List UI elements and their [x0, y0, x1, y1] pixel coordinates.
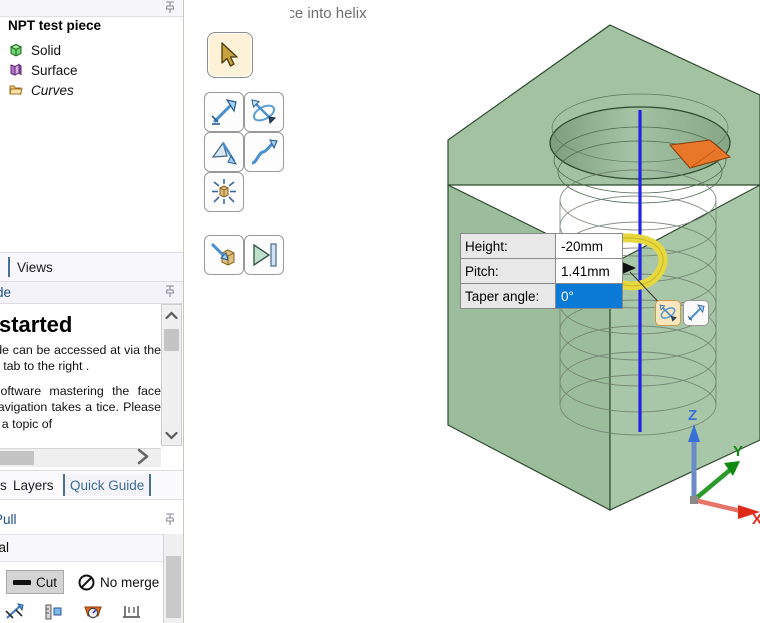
pull-ruler-icon[interactable]	[43, 602, 65, 622]
left-docked-panel: NPT test piece Solid Surface Curves View…	[0, 0, 184, 623]
axis-label-y: Y	[733, 443, 743, 460]
quick-guide-vertical-scrollbar[interactable]	[161, 304, 182, 446]
parameter-row-taper-angle[interactable]: Taper angle: 0°	[461, 284, 622, 308]
panel-tab-label: Quick Guide	[70, 477, 145, 493]
pin-icon[interactable]	[164, 285, 176, 298]
tree-item-label: Surface	[31, 62, 78, 78]
cut-bar-icon	[13, 579, 31, 585]
tree-item-label: Solid	[31, 42, 62, 58]
chevron-up-icon[interactable]	[162, 305, 181, 325]
panel-tab-label: Layers	[13, 477, 54, 493]
pitch-input[interactable]: 1.41mm	[556, 259, 622, 283]
curves-folder-icon	[8, 82, 24, 98]
scrollbar-thumb[interactable]	[164, 329, 179, 351]
pull-tool[interactable]	[204, 92, 244, 132]
general-section-label: ral	[0, 540, 10, 555]
tab-views[interactable]: Views	[8, 257, 53, 277]
pin-icon[interactable]	[164, 513, 176, 526]
tab-views-label: Views	[17, 259, 53, 275]
quick-guide-heading: ng started	[0, 312, 73, 337]
quick-guide-content: ng started k Guide can be accessed at vi…	[0, 304, 184, 464]
pull-options-header: Pull	[0, 508, 184, 532]
scale-tool[interactable]	[204, 172, 244, 212]
pull-option-buttons: Cut No merge	[0, 568, 184, 596]
parameter-label: Pitch:	[461, 259, 556, 283]
no-merge-option-label: No merge	[100, 574, 160, 590]
pull-body-tool[interactable]	[204, 235, 244, 275]
axis-label-x: X	[752, 511, 760, 528]
pull-gauge-icon[interactable]	[82, 602, 104, 622]
structure-tree-title: NPT test piece	[8, 18, 102, 33]
quick-guide-paragraph: k Guide can be accessed at via the handy…	[0, 343, 161, 374]
pull-option-icon-row	[4, 600, 184, 623]
no-merge-option-button[interactable]: No merge	[72, 570, 165, 594]
quick-guide-header: de	[0, 282, 184, 304]
parameter-dialog[interactable]: Height: -20mm Pitch: 1.41mm Taper angle:…	[460, 233, 623, 309]
tree-item-label: Curves	[31, 82, 74, 98]
tree-item-curves[interactable]: Curves	[8, 80, 74, 100]
pull-direction-icon[interactable]	[4, 602, 26, 622]
chevron-down-icon[interactable]	[162, 425, 181, 445]
structure-panel-titlebar	[0, 0, 184, 17]
panel-tab-label: s	[0, 477, 7, 493]
quick-guide-header-label: de	[0, 285, 12, 300]
parameter-row-pitch[interactable]: Pitch: 1.41mm	[461, 259, 622, 284]
views-panel-header: Views	[0, 252, 184, 282]
revolve-tool[interactable]	[244, 92, 284, 132]
pull-options-scrollbar[interactable]	[163, 534, 183, 623]
select-tool[interactable]	[207, 32, 253, 78]
panel-tab-groups[interactable]: s	[0, 474, 7, 496]
revolve-handle-button[interactable]	[655, 300, 681, 326]
chevron-right-icon[interactable]	[128, 444, 158, 468]
parameter-row-height[interactable]: Height: -20mm	[461, 234, 622, 259]
mirror-tool[interactable]	[244, 235, 284, 275]
taper-angle-input[interactable]: 0°	[556, 284, 622, 308]
general-section-header[interactable]: ral	[0, 534, 184, 562]
panel-divider	[183, 0, 184, 623]
cut-option-button[interactable]: Cut	[6, 570, 65, 594]
3d-viewport[interactable]: Revolve 1 face into helix	[290, 0, 760, 623]
scrollbar-thumb[interactable]	[0, 451, 34, 465]
pull-handle-button[interactable]	[683, 300, 709, 326]
height-input[interactable]: -20mm	[556, 234, 622, 258]
no-merge-icon	[78, 574, 95, 591]
pull-measure-icon[interactable]	[121, 602, 143, 622]
tree-item-solid[interactable]: Solid	[8, 40, 61, 60]
cad-application-window: NPT test piece Solid Surface Curves View…	[0, 0, 760, 623]
tree-item-surface[interactable]: Surface	[8, 60, 78, 80]
quick-guide-paragraph: any software mastering the face and navi…	[0, 383, 161, 431]
parameter-label: Taper angle:	[461, 284, 556, 308]
pull-options-title: Pull	[0, 512, 17, 527]
move-tool[interactable]	[204, 132, 244, 172]
panel-tab-row: s Layers Quick Guide	[0, 470, 184, 500]
panel-tab-layers[interactable]: Layers	[13, 474, 54, 496]
panel-tab-quick-guide[interactable]: Quick Guide	[63, 474, 152, 496]
parameter-label: Height:	[461, 234, 556, 258]
surface-body-icon	[8, 62, 24, 78]
scrollbar-thumb[interactable]	[166, 556, 181, 618]
axis-label-z: Z	[688, 407, 697, 424]
pin-icon[interactable]	[164, 1, 176, 14]
cut-option-label: Cut	[36, 574, 58, 590]
tool-palette	[190, 0, 290, 623]
sweep-tool[interactable]	[244, 132, 284, 172]
solid-body-icon	[8, 42, 24, 58]
